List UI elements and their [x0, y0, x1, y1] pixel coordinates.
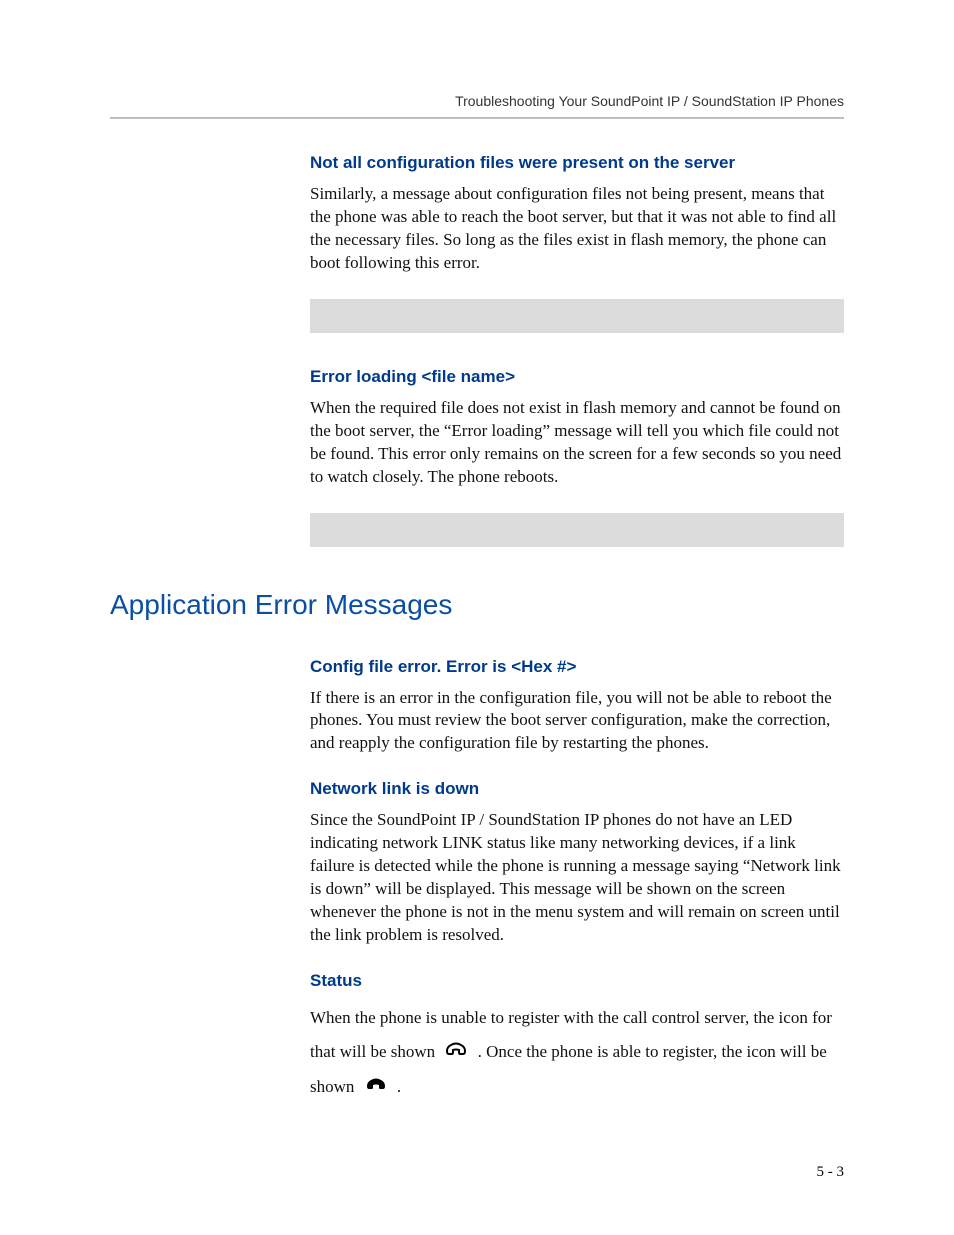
document-page: Troubleshooting Your SoundPoint IP / Sou… — [0, 0, 954, 1235]
content-column: Config file error. Error is <Hex #> If t… — [310, 657, 844, 1106]
subheading-status: Status — [310, 971, 844, 991]
phone-registered-icon — [365, 1071, 387, 1105]
note-bar — [310, 299, 844, 333]
heading-application-error: Application Error Messages — [110, 589, 844, 621]
body-config-file-error: If there is an error in the configuratio… — [310, 687, 844, 756]
body-status: When the phone is unable to register wit… — [310, 1001, 844, 1105]
subheading-error-loading: Error loading <file name> — [310, 367, 844, 387]
note-bar — [310, 513, 844, 547]
body-config-files: Similarly, a message about configuration… — [310, 183, 844, 275]
body-error-loading: When the required file does not exist in… — [310, 397, 844, 489]
header-rule — [110, 117, 844, 119]
phone-unregistered-icon — [445, 1036, 467, 1070]
subheading-network-link: Network link is down — [310, 779, 844, 799]
subheading-config-files: Not all configuration files were present… — [310, 153, 844, 173]
page-number: 5 - 3 — [817, 1164, 845, 1181]
subheading-config-file-error: Config file error. Error is <Hex #> — [310, 657, 844, 677]
body-network-link: Since the SoundPoint IP / SoundStation I… — [310, 809, 844, 947]
running-header: Troubleshooting Your SoundPoint IP / Sou… — [110, 93, 844, 109]
content-column: Not all configuration files were present… — [310, 153, 844, 547]
status-text-part3: . — [397, 1077, 401, 1096]
